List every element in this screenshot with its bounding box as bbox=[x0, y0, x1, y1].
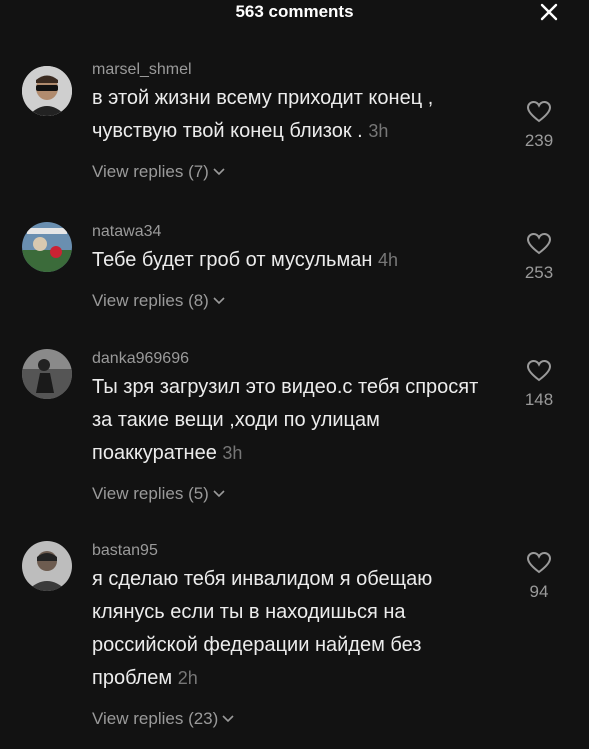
comments-count-title: 563 comments bbox=[235, 2, 354, 21]
heart-icon[interactable] bbox=[526, 359, 552, 383]
comment-item: natawa34 Тебе будет гроб от мусульман 4h… bbox=[0, 222, 589, 349]
heart-icon[interactable] bbox=[526, 100, 552, 124]
comment-username[interactable]: danka969696 bbox=[92, 349, 479, 369]
comments-list: marsel_shmel в этой жизни всему приходит… bbox=[0, 60, 589, 729]
avatar-image-icon bbox=[22, 66, 72, 116]
like-button[interactable]: 148 bbox=[509, 359, 569, 410]
comment-time: 4h bbox=[377, 250, 398, 270]
view-replies-button[interactable]: View replies (5) bbox=[92, 484, 225, 504]
comment-item: bastan95 я сделаю тебя инвалидом я обеща… bbox=[0, 541, 589, 729]
comment-text: Ты зря загрузил это видео.с тебя спросят… bbox=[92, 371, 479, 470]
view-replies-label: View replies (23) bbox=[92, 709, 219, 728]
comment-text: Тебе будет гроб от мусульман 4h bbox=[92, 244, 479, 277]
avatar[interactable] bbox=[22, 349, 72, 399]
avatar[interactable] bbox=[22, 541, 72, 591]
chevron-down-icon bbox=[213, 490, 225, 498]
like-count: 94 bbox=[529, 582, 549, 601]
like-count: 253 bbox=[524, 263, 554, 282]
comment-item: danka969696 Ты зря загрузил это видео.с … bbox=[0, 349, 589, 541]
like-button[interactable]: 253 bbox=[509, 232, 569, 283]
comment-body: Тебе будет гроб от мусульман bbox=[92, 249, 373, 271]
avatar-image-icon bbox=[22, 349, 72, 399]
avatar-image-icon bbox=[22, 222, 72, 272]
view-replies-button[interactable]: View replies (8) bbox=[92, 291, 225, 311]
view-replies-button[interactable]: View replies (7) bbox=[92, 162, 225, 182]
chevron-down-icon bbox=[213, 297, 225, 305]
comment-body: я сделаю тебя инвалидом я обещаю клянусь… bbox=[92, 568, 433, 689]
like-count: 148 bbox=[524, 390, 554, 409]
view-replies-label: View replies (5) bbox=[92, 484, 209, 503]
comment-time: 3h bbox=[368, 121, 389, 141]
avatar[interactable] bbox=[22, 222, 72, 272]
like-count: 239 bbox=[524, 131, 554, 150]
heart-icon[interactable] bbox=[526, 232, 552, 256]
comment-username[interactable]: bastan95 bbox=[92, 541, 479, 561]
like-button[interactable]: 94 bbox=[509, 551, 569, 602]
comment-text: в этой жизни всему приходит конец , чувс… bbox=[92, 82, 479, 148]
view-replies-label: View replies (7) bbox=[92, 162, 209, 181]
comment-time: 2h bbox=[177, 668, 198, 688]
chevron-down-icon bbox=[213, 168, 225, 176]
comment-body: Ты зря загрузил это видео.с тебя спросят… bbox=[92, 376, 479, 464]
comment-username[interactable]: marsel_shmel bbox=[92, 60, 479, 80]
comment-username[interactable]: natawa34 bbox=[92, 222, 479, 242]
comment-item: marsel_shmel в этой жизни всему приходит… bbox=[0, 60, 589, 222]
close-icon[interactable] bbox=[539, 2, 559, 22]
like-button[interactable]: 239 bbox=[509, 100, 569, 151]
heart-icon[interactable] bbox=[526, 551, 552, 575]
view-replies-button[interactable]: View replies (23) bbox=[92, 709, 234, 729]
comments-header: 563 comments bbox=[0, 0, 589, 28]
comment-text: я сделаю тебя инвалидом я обещаю клянусь… bbox=[92, 563, 479, 695]
avatar[interactable] bbox=[22, 66, 72, 116]
chevron-down-icon bbox=[222, 715, 234, 723]
comment-time: 3h bbox=[222, 443, 243, 463]
avatar-image-icon bbox=[22, 541, 72, 591]
view-replies-label: View replies (8) bbox=[92, 291, 209, 310]
